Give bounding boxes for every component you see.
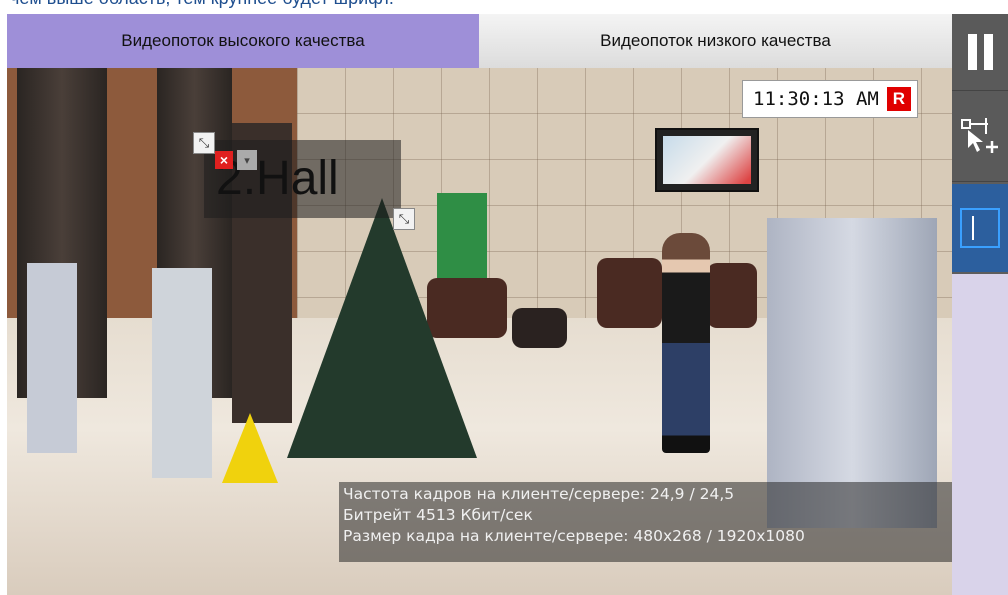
pause-icon [967, 34, 993, 70]
tab-high-quality-stream[interactable]: Видеопоток высокого качества [7, 14, 479, 68]
scene-armchair [597, 258, 662, 328]
scene-table [512, 308, 567, 348]
camera-video-frame[interactable]: 11:30:13 AM R 2.Hall ⤡ ⤡ × ▾ Частота кад… [7, 68, 952, 595]
add-zone-icon [961, 118, 998, 153]
tab-low-quality-stream[interactable]: Видеопоток низкого качества [479, 14, 952, 68]
resize-handle-icon[interactable]: ⤡ [393, 208, 415, 230]
zone-title-label[interactable]: 2.Hall [204, 140, 401, 218]
select-region-button[interactable] [952, 184, 1008, 272]
select-region-icon [960, 208, 1000, 248]
resize-handle-icon[interactable]: ⤡ [193, 132, 215, 154]
time-text: 11:30:13 AM [753, 88, 879, 110]
frame-size-stat: Размер кадра на клиенте/сервере: 480x268… [343, 527, 805, 545]
scene-tv [655, 128, 759, 192]
scene-brochure-rack [152, 268, 212, 478]
fps-stat: Частота кадров на клиенте/сервере: 24,9 … [343, 485, 735, 503]
close-icon[interactable]: × [215, 151, 233, 169]
sidebar-empty-area [952, 274, 1008, 595]
stream-tabs: Видеопоток высокого качества Видеопоток … [7, 14, 952, 68]
timestamp-overlay: 11:30:13 AM R [742, 80, 918, 118]
scene-christmas-tree [287, 198, 477, 458]
recording-badge: R [886, 87, 911, 111]
stream-stats-overlay: Частота кадров на клиенте/сервере: 24,9 … [339, 482, 952, 562]
scene-armchair [707, 263, 757, 328]
scene-brochure-rack [27, 263, 77, 453]
scene-wet-floor-sign [222, 413, 278, 483]
pause-button[interactable] [952, 14, 1008, 91]
scene-person [662, 233, 710, 453]
chevron-down-icon[interactable]: ▾ [237, 150, 257, 170]
video-viewer: Видеопоток высокого качества Видеопоток … [7, 14, 952, 595]
document-caption: чем выше область, тем крупнее будет шриф… [10, 0, 394, 9]
tool-sidebar [952, 14, 1008, 595]
bitrate-stat: Битрейт 4513 Кбит/сек [343, 506, 533, 524]
add-zone-button[interactable] [952, 91, 1008, 182]
